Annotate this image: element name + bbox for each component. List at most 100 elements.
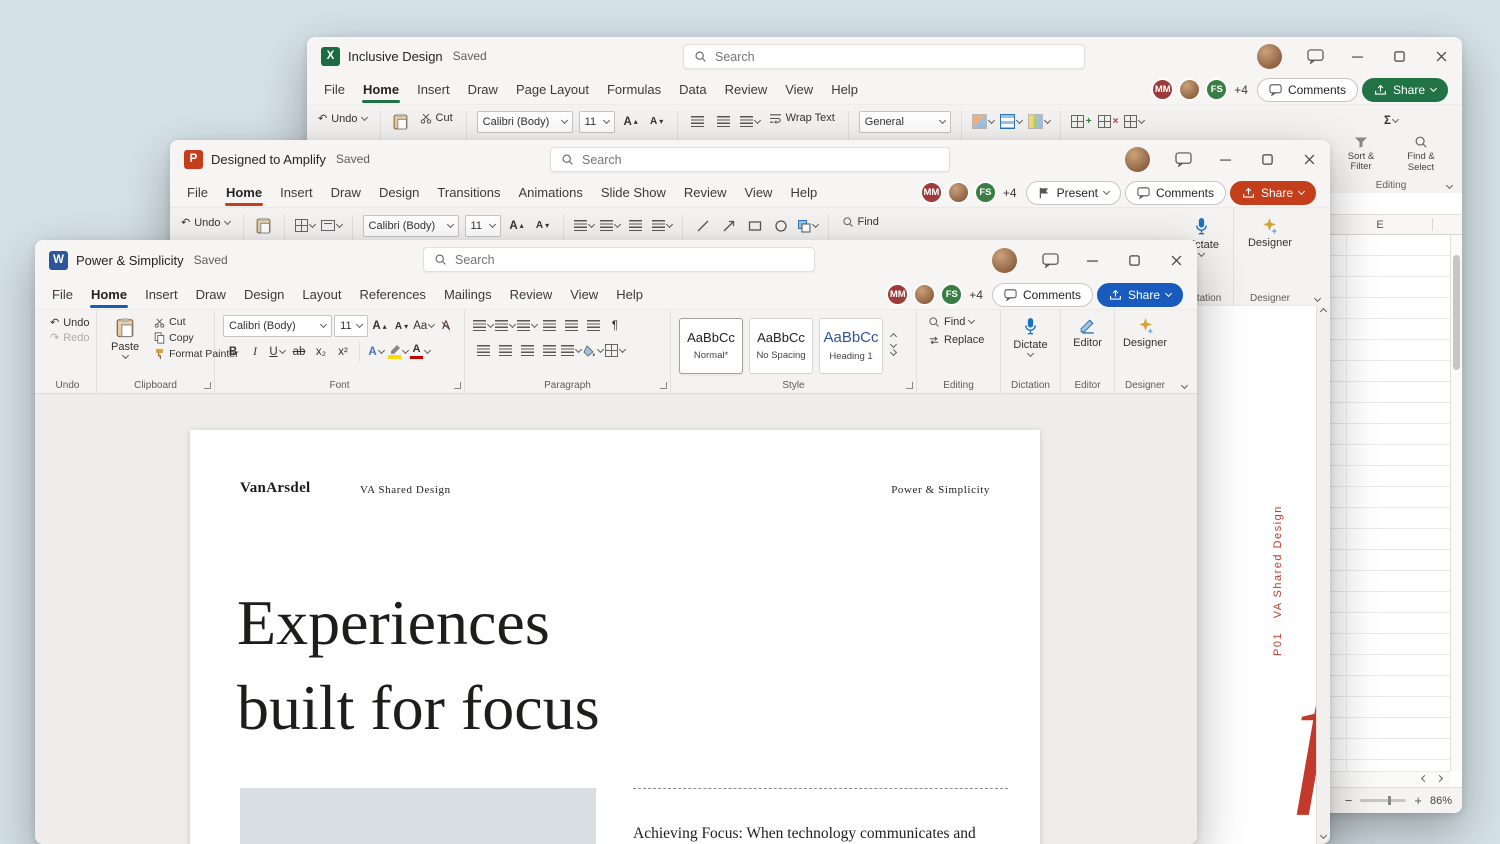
document-heading[interactable]: Experiences built for focus (237, 580, 600, 750)
excel-search-box[interactable] (683, 44, 1085, 69)
excel-undo-button[interactable]: ↶ Undo (315, 111, 370, 126)
excel-menu-review[interactable]: Review (716, 76, 777, 103)
align-left-button[interactable] (473, 340, 493, 361)
comments-button[interactable]: Comments (991, 282, 1093, 307)
borders-button[interactable] (605, 340, 627, 361)
change-case-button[interactable]: Aa (413, 316, 436, 337)
new-slide-button[interactable] (294, 215, 316, 236)
justify-button[interactable] (539, 340, 559, 361)
designer-button[interactable]: Designer (1117, 315, 1173, 351)
scrollbar-thumb[interactable] (1453, 255, 1460, 370)
excel-menu-file[interactable]: File (315, 76, 354, 103)
excel-menu-view[interactable]: View (776, 76, 822, 103)
ppt-menu-review[interactable]: Review (675, 179, 736, 206)
insert-cells-button[interactable]: + (1070, 111, 1092, 132)
scroll-down-arrow[interactable] (1319, 831, 1328, 840)
excel-search-input[interactable] (715, 49, 1074, 64)
word-search-box[interactable] (423, 247, 815, 272)
bullets-button[interactable] (573, 215, 595, 236)
align-center-button[interactable] (495, 340, 515, 361)
user-avatar[interactable] (1257, 43, 1282, 69)
slide-layout-button[interactable] (320, 215, 343, 236)
format-cells-button[interactable] (1124, 111, 1146, 132)
word-menu-review[interactable]: Review (501, 281, 562, 308)
collaborator-avatar-fs[interactable]: FS (973, 181, 997, 204)
word-titlebar[interactable]: W Power & Simplicity Saved (35, 240, 1197, 280)
ppt-titlebar[interactable]: P Designed to Amplify Saved (170, 140, 1330, 178)
show-paragraph-marks-button[interactable]: ¶ (605, 315, 625, 336)
highlight-color-button[interactable] (388, 341, 410, 362)
maximize-button[interactable] (1246, 140, 1288, 178)
style-gallery-more-arrow[interactable] (889, 348, 898, 356)
comments-button[interactable]: Comments (1124, 180, 1226, 205)
word-menu-home[interactable]: Home (82, 281, 136, 308)
font-name-select[interactable]: Calibri (Body) (223, 315, 333, 337)
word-menu-layout[interactable]: Layout (293, 281, 350, 308)
word-menu-help[interactable]: Help (607, 281, 652, 308)
slide-scrollbar[interactable] (1316, 306, 1330, 844)
undo-button[interactable]: ↶ Undo (47, 315, 90, 330)
document-page[interactable]: VanArsdel VA Shared Design Power & Simpl… (190, 430, 1040, 844)
collaborator-avatar-photo[interactable] (946, 181, 970, 204)
editor-button[interactable]: Editor (1067, 315, 1108, 351)
clear-formatting-button[interactable]: A (436, 316, 456, 337)
designer-button[interactable]: Designer (1242, 215, 1298, 251)
excel-menu-home[interactable]: Home (354, 76, 408, 103)
autosum-button[interactable]: Σ (1381, 110, 1401, 131)
word-menu-mailings[interactable]: Mailings (435, 281, 501, 308)
minimize-button[interactable] (1204, 140, 1246, 178)
minimize-button[interactable] (1071, 240, 1113, 280)
zoom-out-button[interactable]: − (1345, 793, 1353, 808)
maximize-button[interactable] (1113, 240, 1155, 280)
scroll-up-arrow[interactable] (1319, 307, 1328, 316)
paste-button[interactable]: Paste (105, 315, 145, 376)
scroll-left-arrow[interactable] (1420, 774, 1429, 782)
collaborator-avatar-fs[interactable]: FS (1205, 78, 1229, 101)
chat-icon[interactable] (1029, 240, 1071, 280)
comments-button[interactable]: Comments (1256, 77, 1358, 102)
close-button[interactable] (1288, 140, 1330, 178)
subscript-button[interactable]: x₂ (311, 341, 331, 362)
align-top-button[interactable] (688, 111, 708, 132)
arrange-button[interactable] (797, 215, 819, 236)
collaborator-avatar-photo[interactable] (913, 283, 937, 306)
collaborator-overflow-count[interactable]: +4 (1003, 186, 1017, 200)
format-as-table-button[interactable] (999, 111, 1023, 132)
word-menu-references[interactable]: References (350, 281, 434, 308)
word-menu-draw[interactable]: Draw (187, 281, 235, 308)
bullet-list-button[interactable] (473, 315, 495, 336)
excel-font-size-select[interactable]: 11 (578, 111, 615, 133)
close-button[interactable] (1420, 37, 1462, 75)
column-header-e[interactable]: E (1328, 215, 1432, 235)
ppt-menu-insert[interactable]: Insert (271, 179, 322, 206)
style-no-spacing[interactable]: AaBbCc No Spacing (749, 317, 813, 374)
bold-button[interactable]: B (223, 341, 243, 362)
decrease-indent-button[interactable] (539, 315, 559, 336)
maximize-button[interactable] (1378, 37, 1420, 75)
cell-styles-button[interactable] (1027, 111, 1051, 132)
sort-filter-button[interactable]: Sort & Filter (1335, 134, 1387, 176)
style-gallery-up-arrow[interactable] (889, 332, 898, 340)
line-spacing-button[interactable] (651, 215, 673, 236)
ppt-menu-draw[interactable]: Draw (322, 179, 370, 206)
shrink-font-button[interactable]: A ▾ (647, 111, 667, 132)
share-button[interactable]: Share (1096, 282, 1183, 307)
collaborator-avatar-photo[interactable] (1178, 78, 1202, 101)
ppt-paste-button[interactable] (254, 215, 274, 236)
align-button[interactable] (626, 215, 646, 236)
superscript-button[interactable]: x² (333, 341, 353, 362)
collapse-ribbon-chevron[interactable] (1313, 294, 1322, 303)
collaborator-avatar-mm[interactable]: MM (1151, 78, 1175, 101)
excel-menu-help[interactable]: Help (822, 76, 867, 103)
excel-menu-insert[interactable]: Insert (408, 76, 459, 103)
document-text-column[interactable]: Achieving Focus: When technology communi… (633, 788, 1008, 844)
style-normal[interactable]: AaBbCc Normal* (679, 317, 743, 374)
shrink-font-button[interactable]: A ▾ (392, 316, 412, 337)
style-gallery-down-arrow[interactable] (889, 340, 898, 348)
ppt-font-name-select[interactable]: Calibri (Body) (362, 215, 459, 237)
replace-button[interactable]: Replace (925, 333, 992, 347)
align-right-button[interactable] (517, 340, 537, 361)
underline-button[interactable]: U (267, 341, 287, 362)
scroll-right-arrow[interactable] (1435, 774, 1444, 782)
user-avatar[interactable] (1125, 146, 1150, 172)
